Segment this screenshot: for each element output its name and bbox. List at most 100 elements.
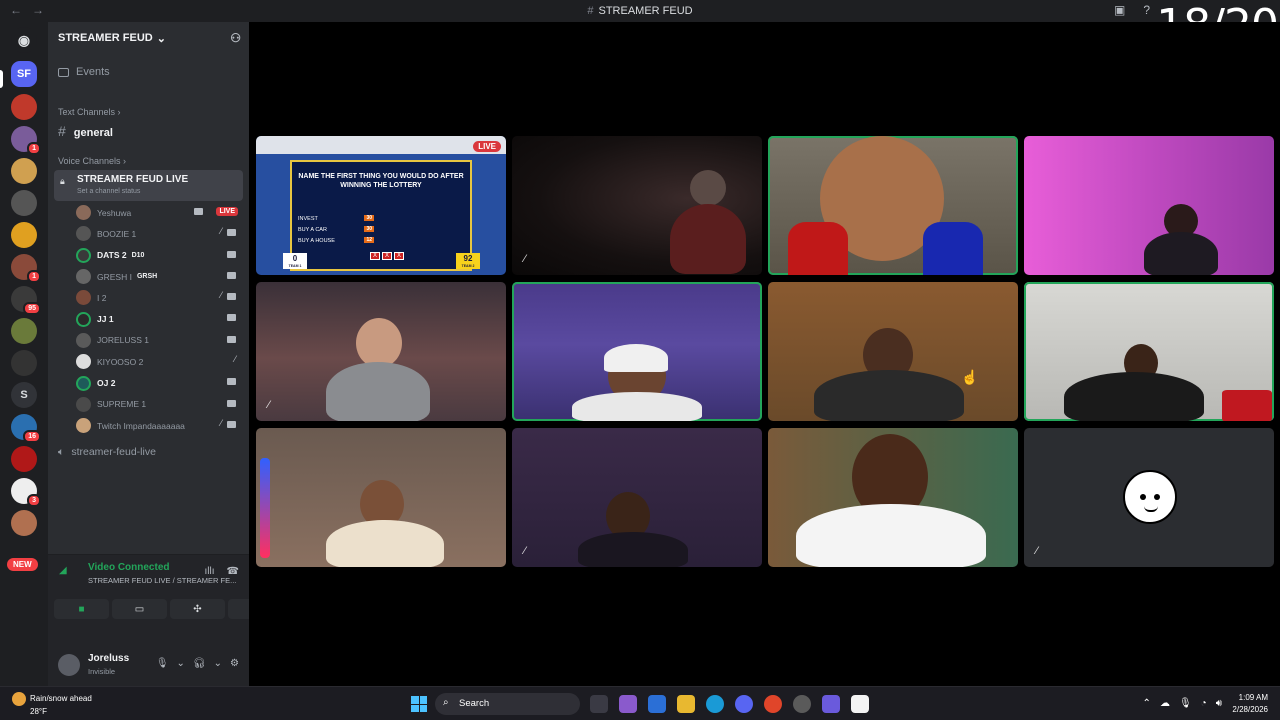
server-icon-7[interactable]: 1: [11, 254, 41, 283]
voice-member[interactable]: JORELUSS 1: [76, 330, 244, 351]
video-tile-dim-purple[interactable]: ⁄: [512, 428, 762, 567]
teams-icon[interactable]: [619, 695, 637, 713]
volume-icon[interactable]: 🔊︎: [1216, 698, 1222, 709]
disconnect-icon[interactable]: ☎: [227, 566, 239, 577]
server-icon-3[interactable]: 1: [11, 126, 41, 155]
screen-share-button[interactable]: ▭: [112, 599, 167, 619]
file-explorer-icon[interactable]: [677, 695, 695, 713]
video-tile-speaker[interactable]: [768, 136, 1018, 275]
voice-member[interactable]: I 2 ⁄: [76, 287, 244, 308]
video-tile-collector[interactable]: ⁄: [256, 282, 506, 421]
app-grid-icon[interactable]: [822, 695, 840, 713]
server-header[interactable]: STREAMER FEUD ⌄ ⚇: [48, 22, 249, 54]
server-list: ◉ SF 1 1 95 S 16 3 NEW: [0, 22, 48, 686]
camera-toggle-button[interactable]: ■: [54, 599, 109, 619]
video-tile-avatar-only[interactable]: ⁄: [1024, 428, 1274, 567]
voice-member[interactable]: JJ 1: [76, 308, 244, 329]
discord-taskbar-icon[interactable]: [735, 695, 753, 713]
gear-icon[interactable]: ⚙: [230, 658, 239, 669]
task-view-icon[interactable]: [590, 695, 608, 713]
voice-channel-streamer-feud-live-2[interactable]: 🔈︎ streamer-feud-live: [58, 446, 156, 459]
camera-icon: [227, 271, 236, 279]
avatar: [76, 247, 91, 263]
voice-channel-streamer-feud-live[interactable]: 🔒︎ STREAMER FEUD LIVE Set a channel stat…: [54, 170, 243, 201]
team2-score: 92 TEAM 2: [456, 253, 480, 269]
server-icon-13[interactable]: [11, 446, 37, 472]
channel-status[interactable]: Set a channel status: [77, 188, 140, 195]
server-icon-9[interactable]: [11, 318, 37, 344]
cloud-icon[interactable]: ☁: [1160, 698, 1170, 709]
store-icon[interactable]: [648, 695, 666, 713]
headphones-icon[interactable]: 🎧︎: [193, 658, 206, 669]
red-chair: [1222, 390, 1272, 421]
server-icon-6[interactable]: [11, 222, 37, 248]
video-tile-studio[interactable]: [768, 428, 1018, 567]
voice-member[interactable]: GRESH I GRSH: [76, 266, 244, 287]
chevron-up-icon[interactable]: ⌃: [1143, 698, 1151, 709]
voice-member[interactable]: DATS 2 D10: [76, 245, 244, 266]
mic-muted-icon: ⁄: [220, 290, 222, 301]
server-dm-s[interactable]: S: [11, 382, 37, 408]
wifi-icon[interactable]: ◔: [1201, 698, 1207, 709]
server-icon-4[interactable]: [11, 158, 37, 184]
chevron-down-icon[interactable]: ⌄: [177, 658, 185, 669]
server-icon-15[interactable]: [11, 510, 37, 536]
microphone-icon[interactable]: 🎙︎: [156, 658, 169, 669]
server-icon-10[interactable]: [11, 350, 37, 376]
chrome-icon[interactable]: [764, 695, 782, 713]
events-item[interactable]: Events: [58, 66, 110, 78]
avatar: [76, 205, 91, 221]
obs-icon[interactable]: [793, 695, 811, 713]
system-clock[interactable]: 1:09 AM 2/28/2026: [1232, 692, 1268, 716]
video-tile-dark-room[interactable]: ⁄: [512, 136, 762, 275]
weather-widget[interactable]: Rain/snow ahead 28°F: [12, 692, 92, 717]
taskbar: Rain/snow ahead 28°F ⌕ Search ⌃ ☁ 🎙︎ ◔ 🔊︎ 1:0…: [0, 686, 1280, 720]
video-tile-wood-room[interactable]: [768, 282, 1018, 421]
chevron-down-icon[interactable]: ⌄: [214, 658, 222, 669]
noise-suppression-icon[interactable]: ıllı: [205, 566, 215, 577]
server-icon-12[interactable]: 16: [11, 414, 41, 443]
voice-member[interactable]: Twitch Impandaaaaaaa ⁄: [76, 415, 244, 436]
signal-icon[interactable]: ◢: [59, 565, 67, 576]
browser-chrome: [256, 136, 506, 154]
channel-general[interactable]: # general: [58, 123, 113, 139]
mouse-cursor-icon: ☝: [961, 369, 979, 385]
server-icon-5[interactable]: [11, 190, 37, 216]
server-icon-2[interactable]: [11, 94, 37, 120]
voice-member[interactable]: KIYOOSO 2 ⁄: [76, 351, 244, 372]
voice-member[interactable]: Yeshuwa LIVE: [76, 202, 244, 223]
chevron-down-icon: ⌄: [156, 32, 166, 45]
discord-home-icon[interactable]: ◉: [11, 27, 37, 53]
voice-channels-category[interactable]: Voice Channels ›: [58, 156, 126, 166]
avatar: [76, 226, 91, 242]
camera-icon: [227, 420, 236, 428]
voice-member[interactable]: OJ 2: [76, 372, 244, 393]
camera-icon: [227, 229, 236, 237]
participant-body: [796, 504, 986, 567]
video-tile-purple-room[interactable]: [512, 282, 762, 421]
windows-start-icon[interactable]: [411, 696, 427, 712]
edge-icon[interactable]: [706, 695, 724, 713]
server-icon-8[interactable]: 95: [11, 286, 41, 315]
video-tile-pink-room[interactable]: [1024, 136, 1274, 275]
voice-member[interactable]: BOOZIE 1 ⁄: [76, 223, 244, 244]
inbox-icon[interactable]: ▣: [1114, 3, 1125, 17]
text-channels-category[interactable]: Text Channels ›: [58, 107, 121, 117]
stream-tile-game-board[interactable]: LIVE NAME THE FIRST THING YOU WOULD DO A…: [256, 136, 506, 275]
video-tile-white-room[interactable]: [1024, 282, 1274, 421]
video-tile-hurl[interactable]: [256, 428, 506, 567]
app-icon[interactable]: [851, 695, 869, 713]
voice-member[interactable]: SUPREME 1: [76, 394, 244, 415]
participant-body: [1144, 232, 1218, 275]
survey-question: NAME THE FIRST THING YOU WOULD DO AFTER …: [298, 173, 464, 189]
avatar[interactable]: [58, 654, 80, 676]
add-member-icon[interactable]: ⚇: [230, 31, 241, 45]
server-icon-14[interactable]: 3: [11, 478, 41, 507]
server-streamer-feud[interactable]: SF: [11, 61, 37, 87]
help-icon[interactable]: ?: [1143, 3, 1150, 17]
activities-button[interactable]: ✣: [170, 599, 225, 619]
taskbar-search-input[interactable]: ⌕ Search: [435, 693, 580, 715]
microphone-icon[interactable]: 🎙︎: [1179, 698, 1192, 709]
lock-icon: 🔒︎: [60, 176, 65, 186]
feud-board: NAME THE FIRST THING YOU WOULD DO AFTER …: [290, 160, 472, 271]
